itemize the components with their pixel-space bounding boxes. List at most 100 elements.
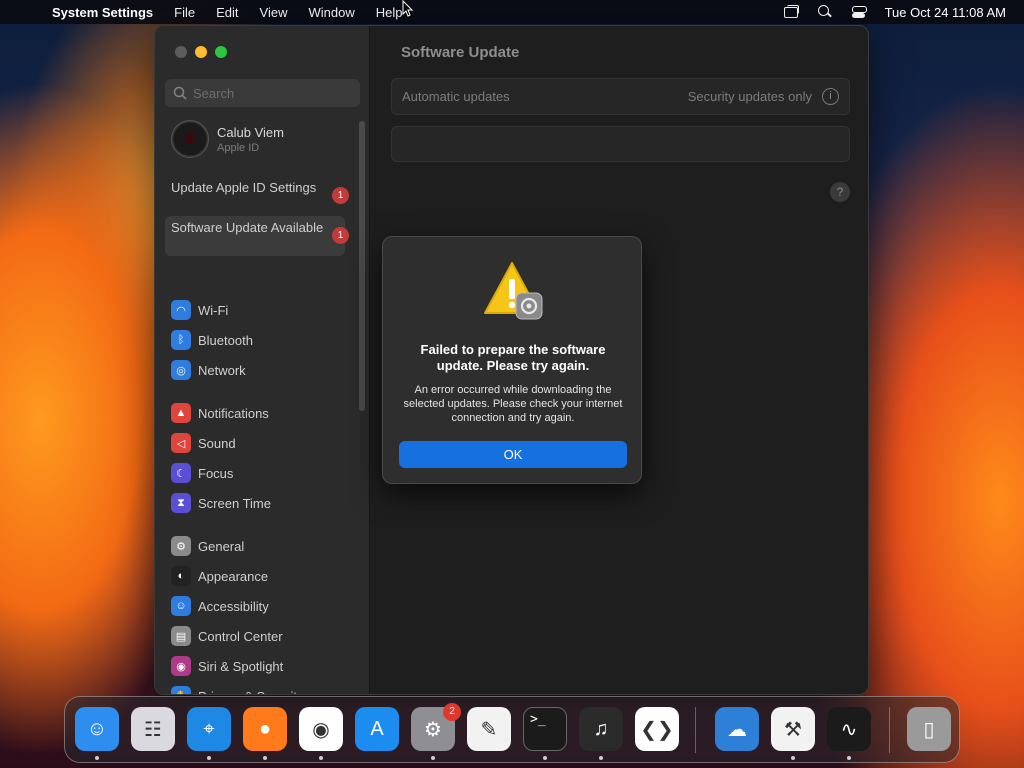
hand-icon: ✋ — [171, 686, 191, 694]
garageband-icon[interactable]: ♫ — [579, 707, 623, 751]
dock: ☺ ☷ ⌖ ● ◉ A ⚙ 2 ✎ >_ ♫ ❮❯ ☁ ⚒ ∿ ▯ — [64, 696, 960, 763]
page-title: Software Update — [401, 44, 520, 61]
info-icon[interactable]: i — [822, 88, 839, 105]
dialog-message: An error occurred while downloading the … — [403, 384, 623, 424]
menu-help[interactable]: Help — [376, 5, 403, 20]
vscode-icon[interactable]: ❮❯ — [635, 707, 679, 751]
speaker-icon: ◁ — [171, 433, 191, 453]
automatic-updates-row[interactable]: Automatic updates Security updates only … — [391, 78, 850, 115]
help-button[interactable]: ? — [830, 182, 850, 202]
sidebar-item-label: Update Apple ID Settings — [171, 180, 317, 195]
dialog-title: Failed to prepare the software update. P… — [420, 342, 606, 373]
automatic-updates-value: Security updates only — [687, 89, 812, 104]
search-field[interactable] — [165, 79, 360, 107]
running-indicator — [599, 756, 603, 760]
chrome-icon[interactable]: ◉ — [299, 707, 343, 751]
sidebar-item-label: Accessibility — [198, 598, 269, 614]
sidebar-item-screen-time[interactable]: ⧗ Screen Time — [171, 491, 271, 515]
running-indicator — [263, 756, 267, 760]
sidebar-item-network[interactable]: ◎ Network — [171, 358, 246, 382]
ok-button[interactable]: OK — [399, 441, 627, 468]
avatar — [171, 120, 209, 158]
weather-icon[interactable]: ☁ — [715, 707, 759, 751]
sidebar-item-label: Wi-Fi — [198, 302, 229, 318]
window-controls — [175, 46, 227, 58]
profile-name: Calub Viem — [217, 124, 284, 140]
sidebar-item-update-apple-id[interactable]: Update Apple ID Settings 1 — [165, 176, 349, 216]
gear-icon: ⚙ — [171, 536, 191, 556]
search-icon — [173, 86, 187, 100]
menu-edit[interactable]: Edit — [216, 5, 238, 20]
hourglass-icon: ⧗ — [171, 493, 191, 513]
search-input[interactable] — [193, 85, 353, 101]
zoom-button[interactable] — [215, 46, 227, 58]
menu-file[interactable]: File — [174, 5, 195, 20]
bell-icon: ▲ — [171, 403, 191, 423]
sidebar-item-sound[interactable]: ◁ Sound — [171, 431, 236, 455]
sidebar-item-software-update-available[interactable]: Software Update Available 1 — [165, 216, 349, 256]
sidebar-item-general[interactable]: ⚙ General — [171, 534, 244, 558]
safari-icon[interactable]: ⌖ — [187, 707, 231, 751]
running-indicator — [95, 756, 99, 760]
moon-icon: ☾ — [171, 463, 191, 483]
app-menu[interactable]: System Settings — [52, 5, 153, 20]
system-info-icon[interactable]: ⚒ — [771, 707, 815, 751]
bluetooth-icon: ᛒ — [171, 330, 191, 350]
notification-badge: 1 — [332, 227, 349, 244]
sidebar-item-wi-fi[interactable]: ◠ Wi-Fi — [171, 298, 228, 322]
launchpad-icon[interactable]: ☷ — [131, 707, 175, 751]
minimize-button[interactable] — [195, 46, 207, 58]
running-indicator — [543, 756, 547, 760]
sidebar-item-label: Software Update Available — [171, 220, 324, 235]
appearance-icon: ◐ — [171, 566, 191, 586]
sidebar-item-privacy-security[interactable]: ✋ Privacy & Security — [171, 684, 303, 695]
clock[interactable]: Tue Oct 24 11:08 AM — [885, 5, 1006, 20]
menu-window[interactable]: Window — [308, 5, 354, 20]
sidebar-item-label: Screen Time — [198, 495, 271, 511]
textedit-icon[interactable]: ✎ — [467, 707, 511, 751]
sidebar-scrollbar[interactable] — [359, 121, 365, 411]
warning-icon — [483, 261, 545, 321]
update-status-row — [391, 126, 850, 162]
running-indicator — [431, 756, 435, 760]
activity-monitor-icon[interactable]: ∿ — [827, 707, 871, 751]
sidebar-item-label: Sound — [198, 435, 236, 451]
dock-separator — [695, 707, 696, 753]
siri-icon: ◉ — [171, 656, 191, 676]
sidebar-item-label: Focus — [198, 465, 234, 481]
menu-view[interactable]: View — [260, 5, 288, 20]
sidebar-item-siri-spotlight[interactable]: ◉ Siri & Spotlight — [171, 654, 283, 678]
finder-icon[interactable]: ☺ — [75, 707, 119, 751]
sidebar-item-accessibility[interactable]: ☺ Accessibility — [171, 594, 269, 618]
control-center-icon: ▤ — [171, 626, 191, 646]
spotlight-search-icon[interactable] — [817, 5, 833, 19]
sidebar-item-label: Notifications — [198, 405, 269, 421]
sidebar-item-focus[interactable]: ☾ Focus — [171, 461, 233, 485]
sidebar-item-notifications[interactable]: ▲ Notifications — [171, 401, 269, 425]
firefox-icon[interactable]: ● — [243, 707, 287, 751]
wifi-icon: ◠ — [171, 300, 191, 320]
sidebar-item-appearance[interactable]: ◐ Appearance — [171, 564, 268, 588]
automatic-updates-label: Automatic updates — [402, 89, 510, 104]
error-dialog: Failed to prepare the software update. P… — [382, 236, 642, 484]
terminal-icon[interactable]: >_ — [523, 707, 567, 751]
menu-bar: System Settings File Edit View Window He… — [0, 0, 1024, 24]
running-indicator — [791, 756, 795, 760]
sidebar: Calub Viem Apple ID Update Apple ID Sett… — [155, 26, 370, 694]
stage-manager-icon[interactable] — [783, 5, 799, 19]
close-button[interactable] — [175, 46, 187, 58]
sidebar-item-label: Appearance — [198, 568, 269, 584]
globe-icon: ◎ — [171, 360, 191, 380]
trash-icon[interactable]: ▯ — [907, 707, 951, 751]
apple-id-profile[interactable]: Calub Viem Apple ID — [171, 120, 284, 158]
sidebar-item-control-center[interactable]: ▤ Control Center — [171, 624, 283, 648]
dock-notification-badge: 2 — [443, 703, 461, 721]
sidebar-item-bluetooth[interactable]: ᛒ Bluetooth — [171, 328, 253, 352]
sidebar-item-label: Privacy & Security — [198, 689, 303, 695]
sidebar-item-label: Bluetooth — [198, 332, 253, 348]
mouse-cursor-icon — [402, 0, 414, 17]
running-indicator — [207, 756, 211, 760]
app-store-icon[interactable]: A — [355, 707, 399, 751]
control-center-menu-icon[interactable] — [851, 5, 867, 19]
running-indicator — [319, 756, 323, 760]
